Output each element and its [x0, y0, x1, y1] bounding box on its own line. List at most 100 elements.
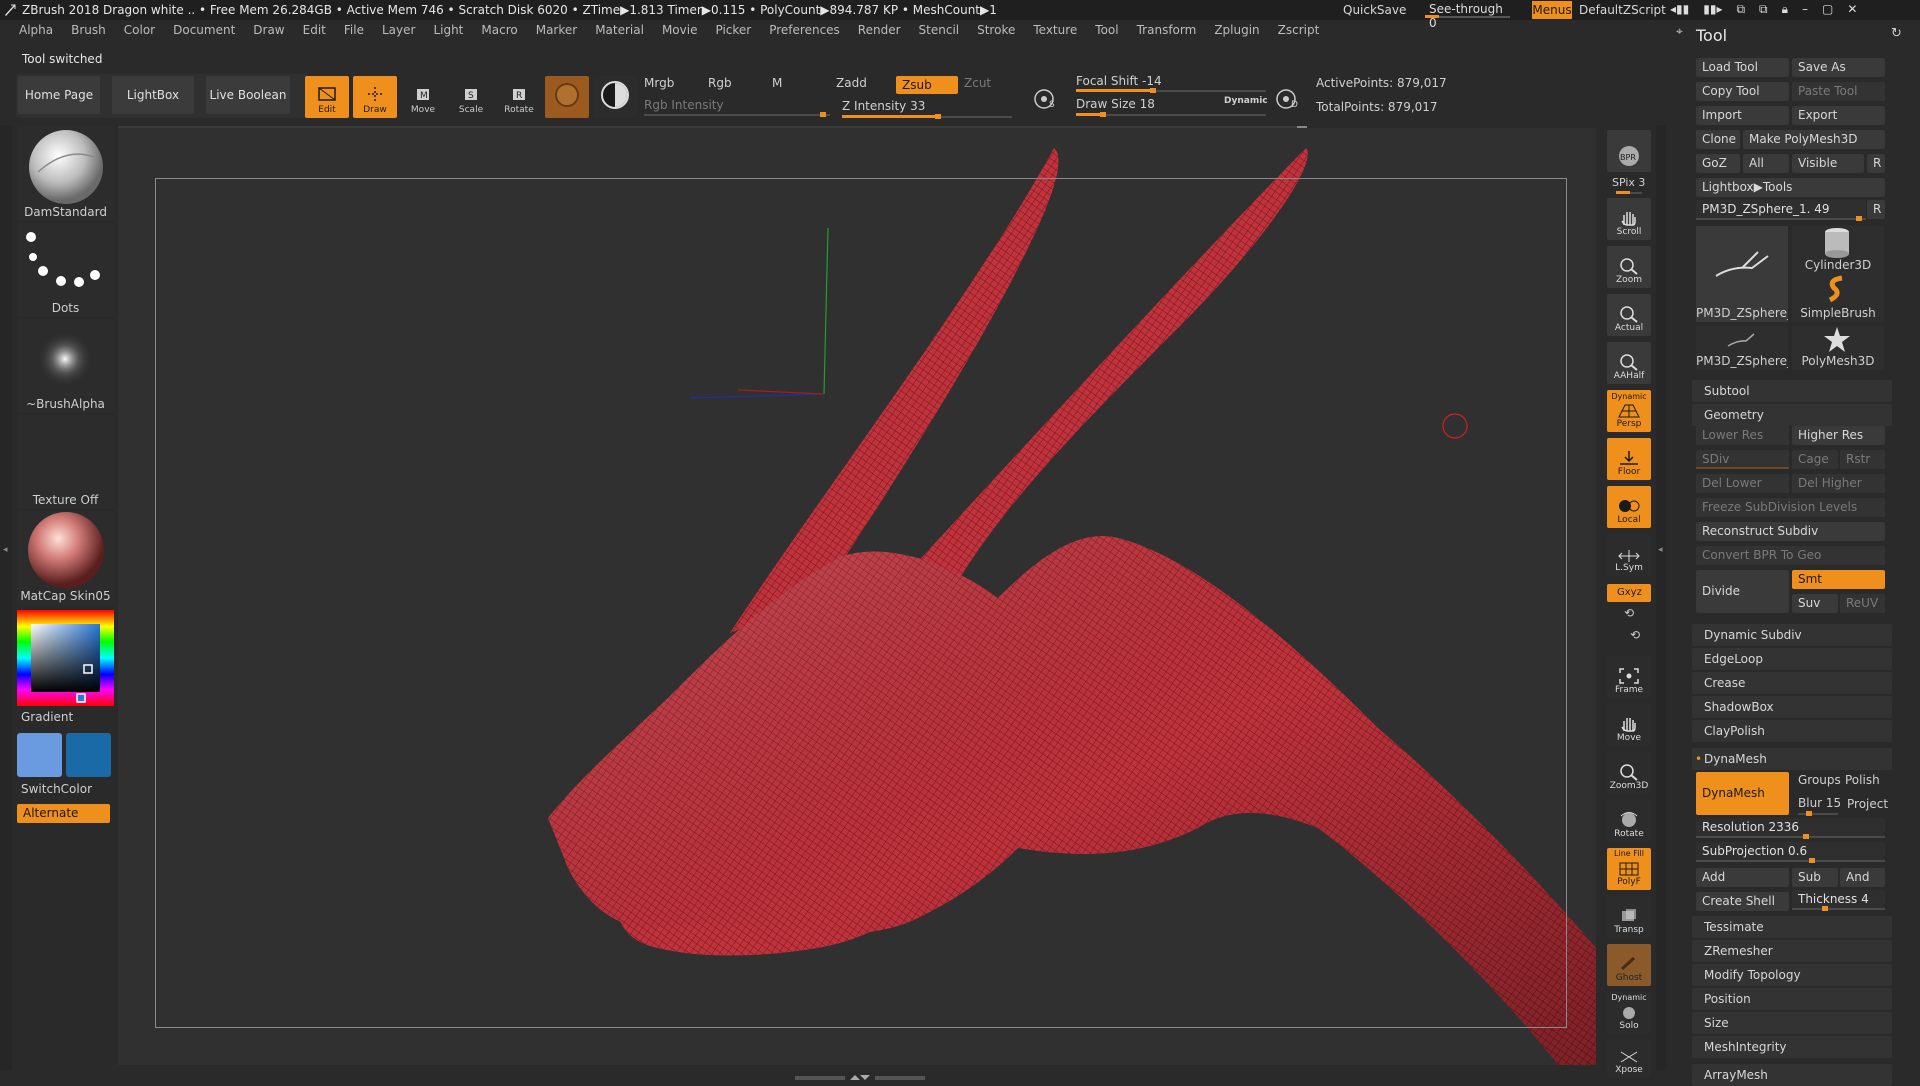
lightbox-button[interactable]: LightBox [112, 76, 194, 114]
menu-stroke[interactable]: Stroke [977, 23, 1015, 37]
current-tool-slider[interactable]: PM3D_ZSphere_1. 49 [1696, 200, 1866, 219]
ui-layout-icon[interactable]: ◂▮▮ [1670, 2, 1689, 17]
left-tray-collapse-icon[interactable]: ◂ [3, 545, 8, 555]
subtool-section[interactable]: Subtool [1692, 380, 1892, 402]
edgeloop-section[interactable]: EdgeLoop [1692, 648, 1892, 670]
blur-track[interactable] [1798, 811, 1838, 816]
restore-layout-icon[interactable]: ⧉ [1736, 2, 1745, 17]
draw-mode-button[interactable]: Draw [353, 76, 397, 118]
dynamic-toggle[interactable]: Dynamic [1224, 96, 1268, 106]
draw-size-track[interactable] [1076, 112, 1266, 117]
quicksave-button[interactable]: QuickSave [1343, 3, 1406, 17]
subprojection-track[interactable] [1696, 858, 1885, 863]
rstr-button[interactable]: Rstr [1840, 450, 1885, 469]
bpr-button[interactable]: BPR [1607, 130, 1651, 172]
draw-size-slider[interactable]: Draw Size 18 [1076, 97, 1155, 111]
minimize-icon[interactable]: – [1802, 2, 1808, 17]
freeze-subdiv-button[interactable]: Freeze SubDivision Levels [1696, 498, 1885, 517]
tool-tile-cylinder3d[interactable]: Cylinder3D [1792, 226, 1884, 274]
menu-preferences[interactable]: Preferences [769, 23, 840, 37]
color-sphere-button[interactable] [593, 76, 637, 118]
menu-brush[interactable]: Brush [71, 23, 106, 37]
move-mode-button[interactable]: M Move [401, 76, 445, 118]
persp-button[interactable]: Dynamic Persp [1607, 390, 1651, 432]
position-section[interactable]: Position [1692, 988, 1892, 1010]
pin-icon[interactable]: ⌖ [1676, 24, 1683, 39]
clone-button[interactable]: Clone [1696, 130, 1740, 149]
lower-res-button[interactable]: Lower Res [1696, 426, 1789, 445]
menu-layer[interactable]: Layer [382, 23, 415, 37]
floor-button[interactable]: Floor [1607, 438, 1651, 480]
menu-document[interactable]: Document [173, 23, 235, 37]
menu-edit[interactable]: Edit [303, 23, 326, 37]
menu-texture[interactable]: Texture [1033, 23, 1077, 37]
tool-tile-zsphere-1[interactable]: PM3D_ZSphere_ [1696, 226, 1788, 322]
material-thumbnail[interactable]: MatCap Skin05 [17, 511, 114, 605]
blur-slider[interactable]: Blur 15 [1798, 796, 1841, 810]
thickness-slider[interactable]: Thickness 4 [1792, 890, 1885, 909]
polish-toggle[interactable]: Polish [1845, 773, 1880, 787]
add-button[interactable]: Add [1696, 868, 1789, 887]
alternate-button[interactable]: Alternate [17, 804, 110, 823]
xyz-button[interactable]: Gxyz [1607, 584, 1651, 602]
color-picker[interactable] [17, 610, 114, 706]
menu-marker[interactable]: Marker [536, 23, 577, 37]
del-higher-button[interactable]: Del Higher [1792, 474, 1885, 493]
focal-shift-toggle[interactable]: S [1028, 78, 1064, 120]
menu-render[interactable]: Render [858, 23, 901, 37]
aahalf-button[interactable]: AAHalf [1607, 342, 1651, 384]
menu-material[interactable]: Material [595, 23, 644, 37]
rgb-intensity-track[interactable] [644, 112, 830, 117]
menu-light[interactable]: Light [433, 23, 463, 37]
menu-draw[interactable]: Draw [253, 23, 284, 37]
reconstruct-subdiv-button[interactable]: Reconstruct Subdiv [1696, 522, 1885, 541]
m-button[interactable]: M [772, 76, 782, 90]
convert-bpr-button[interactable]: Convert BPR To Geo [1696, 546, 1885, 565]
tool-tile-polymesh3d[interactable]: PolyMesh3D [1792, 326, 1884, 370]
polyf-button[interactable]: Line Fill PolyF [1607, 848, 1651, 890]
rotate-z-icon[interactable]: ⟲ [1630, 628, 1640, 642]
draw-size-toggle[interactable]: D [1270, 78, 1306, 120]
mrgb-button[interactable]: Mrgb [644, 76, 674, 90]
size-section[interactable]: Size [1692, 1012, 1892, 1034]
create-shell-button[interactable]: Create Shell [1696, 892, 1789, 911]
del-lower-button[interactable]: Del Lower [1696, 474, 1789, 493]
and-button[interactable]: And [1840, 868, 1885, 887]
canvas-bottom-handle[interactable] [795, 1070, 925, 1080]
z-intensity-slider[interactable]: Z Intensity 33 [842, 99, 925, 113]
reuv-button[interactable]: ReUV [1840, 594, 1885, 613]
main-color-swatch[interactable] [17, 733, 62, 777]
zcut-button[interactable]: Zcut [964, 76, 991, 90]
home-page-button[interactable]: Home Page [18, 76, 100, 114]
zremesher-section[interactable]: ZRemesher [1692, 940, 1892, 962]
close-icon[interactable]: ✕ [1847, 2, 1857, 17]
lightbox-tools-button[interactable]: Lightbox▶Tools [1696, 178, 1885, 197]
tray-collapse-icon[interactable]: ◂ [1658, 545, 1663, 555]
live-boolean-button[interactable]: Live Boolean [206, 76, 290, 114]
export-button[interactable]: Export [1792, 106, 1885, 125]
arraymesh-section[interactable]: ArrayMesh [1692, 1064, 1892, 1086]
rotate-y-icon[interactable]: ⟲ [1624, 606, 1634, 620]
goz-r-button[interactable]: R [1867, 154, 1885, 173]
secondary-color-swatch[interactable] [66, 733, 111, 777]
spix-track[interactable] [1616, 191, 1642, 194]
lsym-button[interactable]: L.Sym [1607, 534, 1651, 576]
menu-transform[interactable]: Transform [1137, 23, 1197, 37]
local-button[interactable]: Local [1607, 486, 1651, 528]
scale-mode-button[interactable]: S Scale [449, 76, 493, 118]
stroke-thumbnail[interactable]: Dots [17, 223, 114, 317]
rgb-intensity-slider[interactable]: Rgb Intensity [644, 98, 724, 112]
sdiv-track[interactable] [1696, 467, 1789, 469]
menu-tool[interactable]: Tool [1095, 23, 1118, 37]
transp-button[interactable]: Transp [1607, 896, 1651, 938]
menu-file[interactable]: File [344, 23, 364, 37]
move-view-button[interactable]: Move [1607, 704, 1651, 746]
focal-shift-slider[interactable]: Focal Shift -14 [1076, 74, 1162, 88]
goz-all-button[interactable]: All [1743, 154, 1789, 173]
tool-tile-simplebrush[interactable]: SimpleBrush [1792, 274, 1884, 322]
goz-visible-button[interactable]: Visible [1792, 154, 1864, 173]
switchcolor-button[interactable]: SwitchColor [21, 782, 92, 796]
subprojection-slider[interactable]: SubProjection 0.6 [1696, 842, 1885, 861]
float-icon[interactable]: ⧉ [1759, 2, 1768, 17]
ui-layout2-icon[interactable]: ▮▮▸ [1703, 2, 1722, 17]
